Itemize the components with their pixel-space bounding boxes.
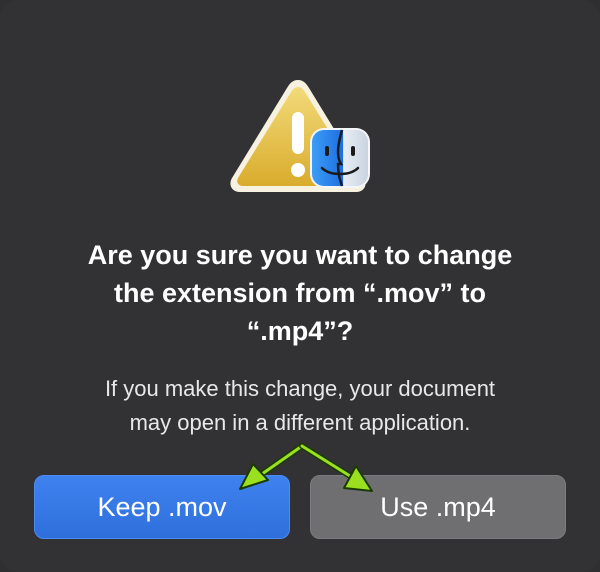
dialog-title-line: the extension from “.mov” to [113,278,487,308]
keep-mov-button-label: Keep .mov [97,491,227,522]
dialog-title-line: Are you sure you want to change [87,240,513,270]
dialog-icon [226,74,376,198]
finder-icon [310,128,370,188]
dialog-message-line: may open in a different application. [129,410,471,435]
use-mp4-button-label: Use .mp4 [380,491,496,522]
dialog-title-line: “.mp4”? [246,316,354,346]
dialog-message: If you make this change, your document m… [30,372,570,440]
dialog-message-line: If you make this change, your document [104,376,496,401]
keep-mov-button[interactable]: Keep .mov [34,475,290,539]
dialog-title: Are you sure you want to change the exte… [30,236,570,350]
use-mp4-button[interactable]: Use .mp4 [310,475,566,539]
change-extension-dialog: Are you sure you want to change the exte… [0,0,600,572]
